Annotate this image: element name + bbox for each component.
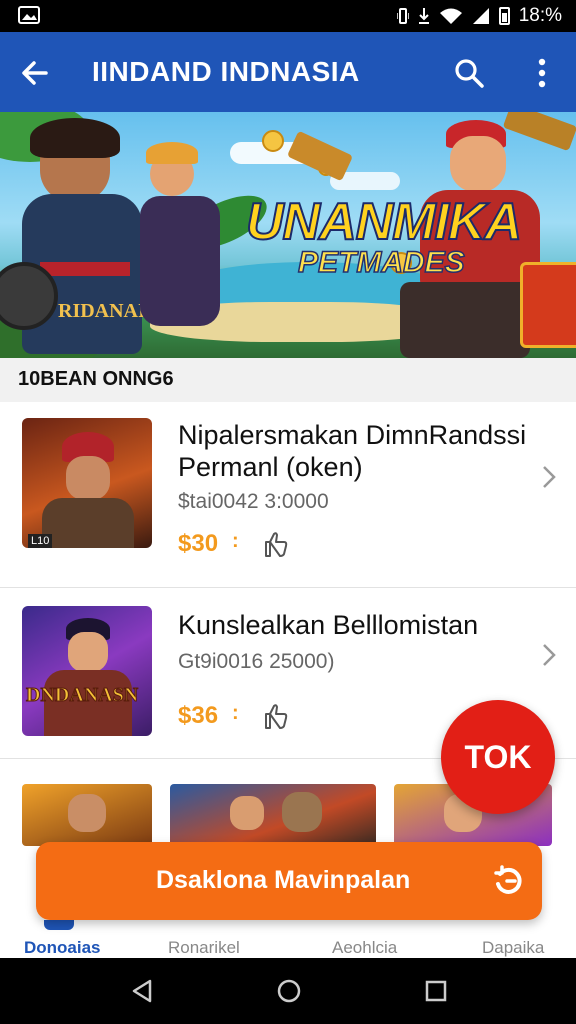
face	[282, 792, 322, 832]
system-back-icon[interactable]	[130, 978, 154, 1004]
tok-fab-button[interactable]: TOK	[441, 700, 555, 814]
item-price: $30	[178, 530, 219, 557]
banner-subtitle: PETMADES	[297, 245, 465, 280]
system-navigation-bar	[0, 958, 576, 1024]
signal-icon	[472, 8, 489, 24]
item-name-line2: Permanl (oken)	[178, 452, 363, 482]
battery-icon	[498, 7, 510, 25]
price-separator: :	[232, 702, 239, 724]
nav-home-icon	[44, 920, 74, 930]
status-bar: 18:%	[0, 0, 576, 32]
item-name: Kunslealkan Belllomistan	[178, 610, 479, 640]
system-recents-icon[interactable]	[424, 979, 448, 1003]
item-thumbnail: L10	[22, 418, 152, 548]
more-vert-icon[interactable]	[530, 56, 554, 90]
nav-item-donoaias[interactable]: Donoaias	[24, 938, 101, 958]
sidekick-hair	[146, 142, 198, 164]
weapon	[502, 112, 576, 152]
face	[230, 796, 264, 830]
armor	[42, 498, 134, 548]
banner-title: UNANMIKA	[245, 192, 523, 252]
download-icon	[418, 8, 429, 24]
face	[68, 794, 106, 832]
hero-belt	[40, 262, 130, 276]
buy-hand-icon[interactable]	[262, 702, 290, 730]
nav-item-ronarikel[interactable]: Ronarikel	[168, 938, 240, 958]
promo-banner[interactable]: RIDANAIS UNANMIKA PETMADES	[0, 112, 576, 358]
section-header: 10BEAN ONNG6	[0, 358, 576, 402]
item-subtitle: Gt9i0016 25000)	[178, 650, 335, 673]
face	[68, 632, 108, 672]
status-time: 18:%	[518, 5, 562, 26]
cta-button[interactable]: Dsaklona Mavinpalan	[36, 842, 542, 920]
item-thumbnail[interactable]	[170, 784, 376, 846]
item-thumbnail[interactable]	[22, 784, 152, 846]
search-icon[interactable]	[452, 56, 486, 90]
sidekick-body	[140, 196, 220, 326]
buy-hand-icon[interactable]	[262, 530, 290, 558]
back-arrow-icon[interactable]	[18, 56, 52, 90]
status-icons: 18:%	[396, 4, 562, 28]
image-icon	[18, 6, 40, 24]
right-hero-legs	[400, 282, 530, 358]
app-title: IINDAND INDNASIA	[92, 56, 360, 87]
wifi-icon	[439, 8, 462, 24]
chevron-right-icon[interactable]	[540, 642, 558, 668]
app-bar: IINDAND INDNASIA	[0, 32, 576, 112]
cta-label: Dsaklona Mavinpalan	[156, 866, 411, 894]
right-hero-head	[450, 136, 506, 192]
face	[66, 456, 110, 500]
hero-hair	[30, 118, 120, 158]
thumb-badge: L10	[28, 534, 53, 548]
bottom-navigation: Donoaias Ronarikel Aeohlcia Dapaika	[0, 920, 576, 958]
treasure-chest	[520, 262, 576, 348]
refresh-icon	[494, 865, 522, 894]
item-price: $36	[178, 702, 219, 729]
coin	[262, 130, 284, 152]
thumb-title: DNDANASN	[25, 684, 139, 707]
section-title: 10BEAN ONNG6	[18, 368, 174, 390]
price-separator: :	[232, 530, 239, 552]
system-home-icon[interactable]	[276, 978, 302, 1004]
nav-item-aeohlcia[interactable]: Aeohlcia	[332, 938, 397, 958]
item-thumbnail: DNDANASN	[22, 606, 152, 736]
vibrate-icon	[396, 8, 409, 24]
nav-item-dapaika[interactable]: Dapaika	[482, 938, 544, 958]
list-item[interactable]: L10 Nipalersmakan DimnRandssi Permanl (o…	[0, 402, 576, 587]
chevron-right-icon[interactable]	[540, 464, 558, 490]
item-subtitle: $tai0042 3:0000	[178, 490, 329, 513]
